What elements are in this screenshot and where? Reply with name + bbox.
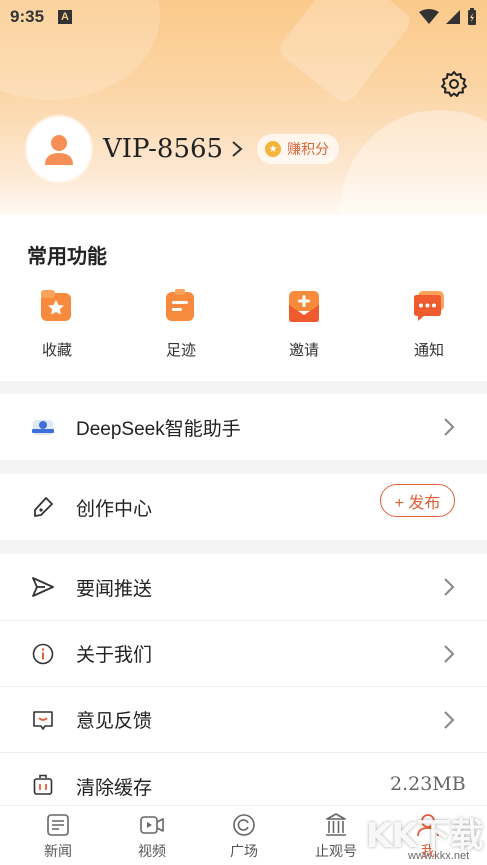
feature-invite[interactable]: 邀请 <box>264 287 344 360</box>
user-avatar-icon <box>45 135 73 165</box>
earn-points-button[interactable]: ★ 赚积分 <box>257 134 340 164</box>
tab-zhiguanhao[interactable]: 止观号 <box>306 812 366 861</box>
profile-header <box>0 0 487 230</box>
notification-a-icon: A <box>58 10 73 24</box>
plaza-icon <box>233 814 255 836</box>
chevron-right-icon <box>444 578 455 596</box>
feedback-label: 意见反馈 <box>76 711 153 732</box>
feature-label: 通知 <box>413 342 444 359</box>
feature-label: 足迹 <box>165 342 196 359</box>
about-us-label: 关于我们 <box>76 645 153 666</box>
deepseek-assistant-row[interactable]: DeepSeek智能助手 <box>0 394 487 460</box>
creation-center-label: 创作中心 <box>76 498 153 520</box>
feedback-row[interactable]: 意见反馈 <box>0 687 487 752</box>
info-icon <box>31 642 55 666</box>
chevron-right-icon[interactable] <box>231 140 243 158</box>
pen-icon <box>31 495 55 519</box>
feature-notifications[interactable]: 通知 <box>389 287 469 360</box>
chevron-right-icon <box>444 418 455 436</box>
footprint-icon <box>166 289 194 321</box>
trash-bin-icon <box>31 773 55 797</box>
feature-favorites[interactable]: 收藏 <box>17 287 97 360</box>
about-us-row[interactable]: 关于我们 <box>0 621 487 686</box>
tab-news[interactable]: 新闻 <box>28 812 88 861</box>
watermark: KK下载 www.kkx.net <box>362 808 487 865</box>
deepseek-logo-icon <box>31 415 55 439</box>
feature-footprint[interactable]: 足迹 <box>141 287 221 360</box>
favorite-icon <box>41 290 71 321</box>
building-icon <box>326 813 346 836</box>
publish-button[interactable]: + 发布 <box>380 484 455 517</box>
status-indicators <box>419 8 477 26</box>
username[interactable]: VIP-8565 <box>103 134 223 164</box>
settings-gear-icon[interactable] <box>440 70 468 98</box>
feature-label: 邀请 <box>288 342 319 359</box>
battery-icon <box>468 8 476 25</box>
feedback-icon <box>31 708 55 732</box>
chevron-right-icon <box>444 644 455 663</box>
clear-cache-label: 清除缓存 <box>76 778 153 799</box>
status-bar: 9:35 A <box>0 0 487 34</box>
wifi-icon <box>419 9 439 24</box>
video-icon <box>140 816 164 834</box>
coin-icon: ★ <box>265 141 282 157</box>
invite-icon <box>289 291 319 322</box>
tab-label: 广场 <box>230 843 258 859</box>
avatar[interactable] <box>27 117 91 181</box>
tab-label: 止观号 <box>315 843 357 859</box>
clear-cache-row[interactable]: 清除缓存 2.23MB <box>0 753 487 805</box>
status-time: 9:35 <box>10 7 45 26</box>
watermark-url: www.kkx.net <box>408 850 470 862</box>
common-features-section: 常用功能 收藏 足迹 邀请 通知 <box>0 215 487 381</box>
signal-icon <box>446 10 460 24</box>
cache-size-value: 2.23MB <box>390 773 466 795</box>
user-profile[interactable]: VIP-8565 ★ 赚积分 <box>27 117 340 181</box>
tab-label: 视频 <box>138 843 166 859</box>
feature-label: 收藏 <box>41 342 72 359</box>
news-push-row[interactable]: 要闻推送 <box>0 554 487 620</box>
news-icon <box>47 814 69 836</box>
header-decoration <box>340 110 487 230</box>
tab-label: 新闻 <box>44 843 72 859</box>
news-push-label: 要闻推送 <box>76 578 153 600</box>
send-icon <box>31 575 55 599</box>
features-title: 常用功能 <box>27 246 107 268</box>
earn-points-label: 赚积分 <box>287 141 330 157</box>
tab-plaza[interactable]: 广场 <box>214 812 274 861</box>
deepseek-label: DeepSeek智能助手 <box>76 418 241 440</box>
tab-video[interactable]: 视频 <box>122 812 182 861</box>
notification-icon <box>414 291 444 321</box>
chevron-right-icon <box>444 710 455 729</box>
